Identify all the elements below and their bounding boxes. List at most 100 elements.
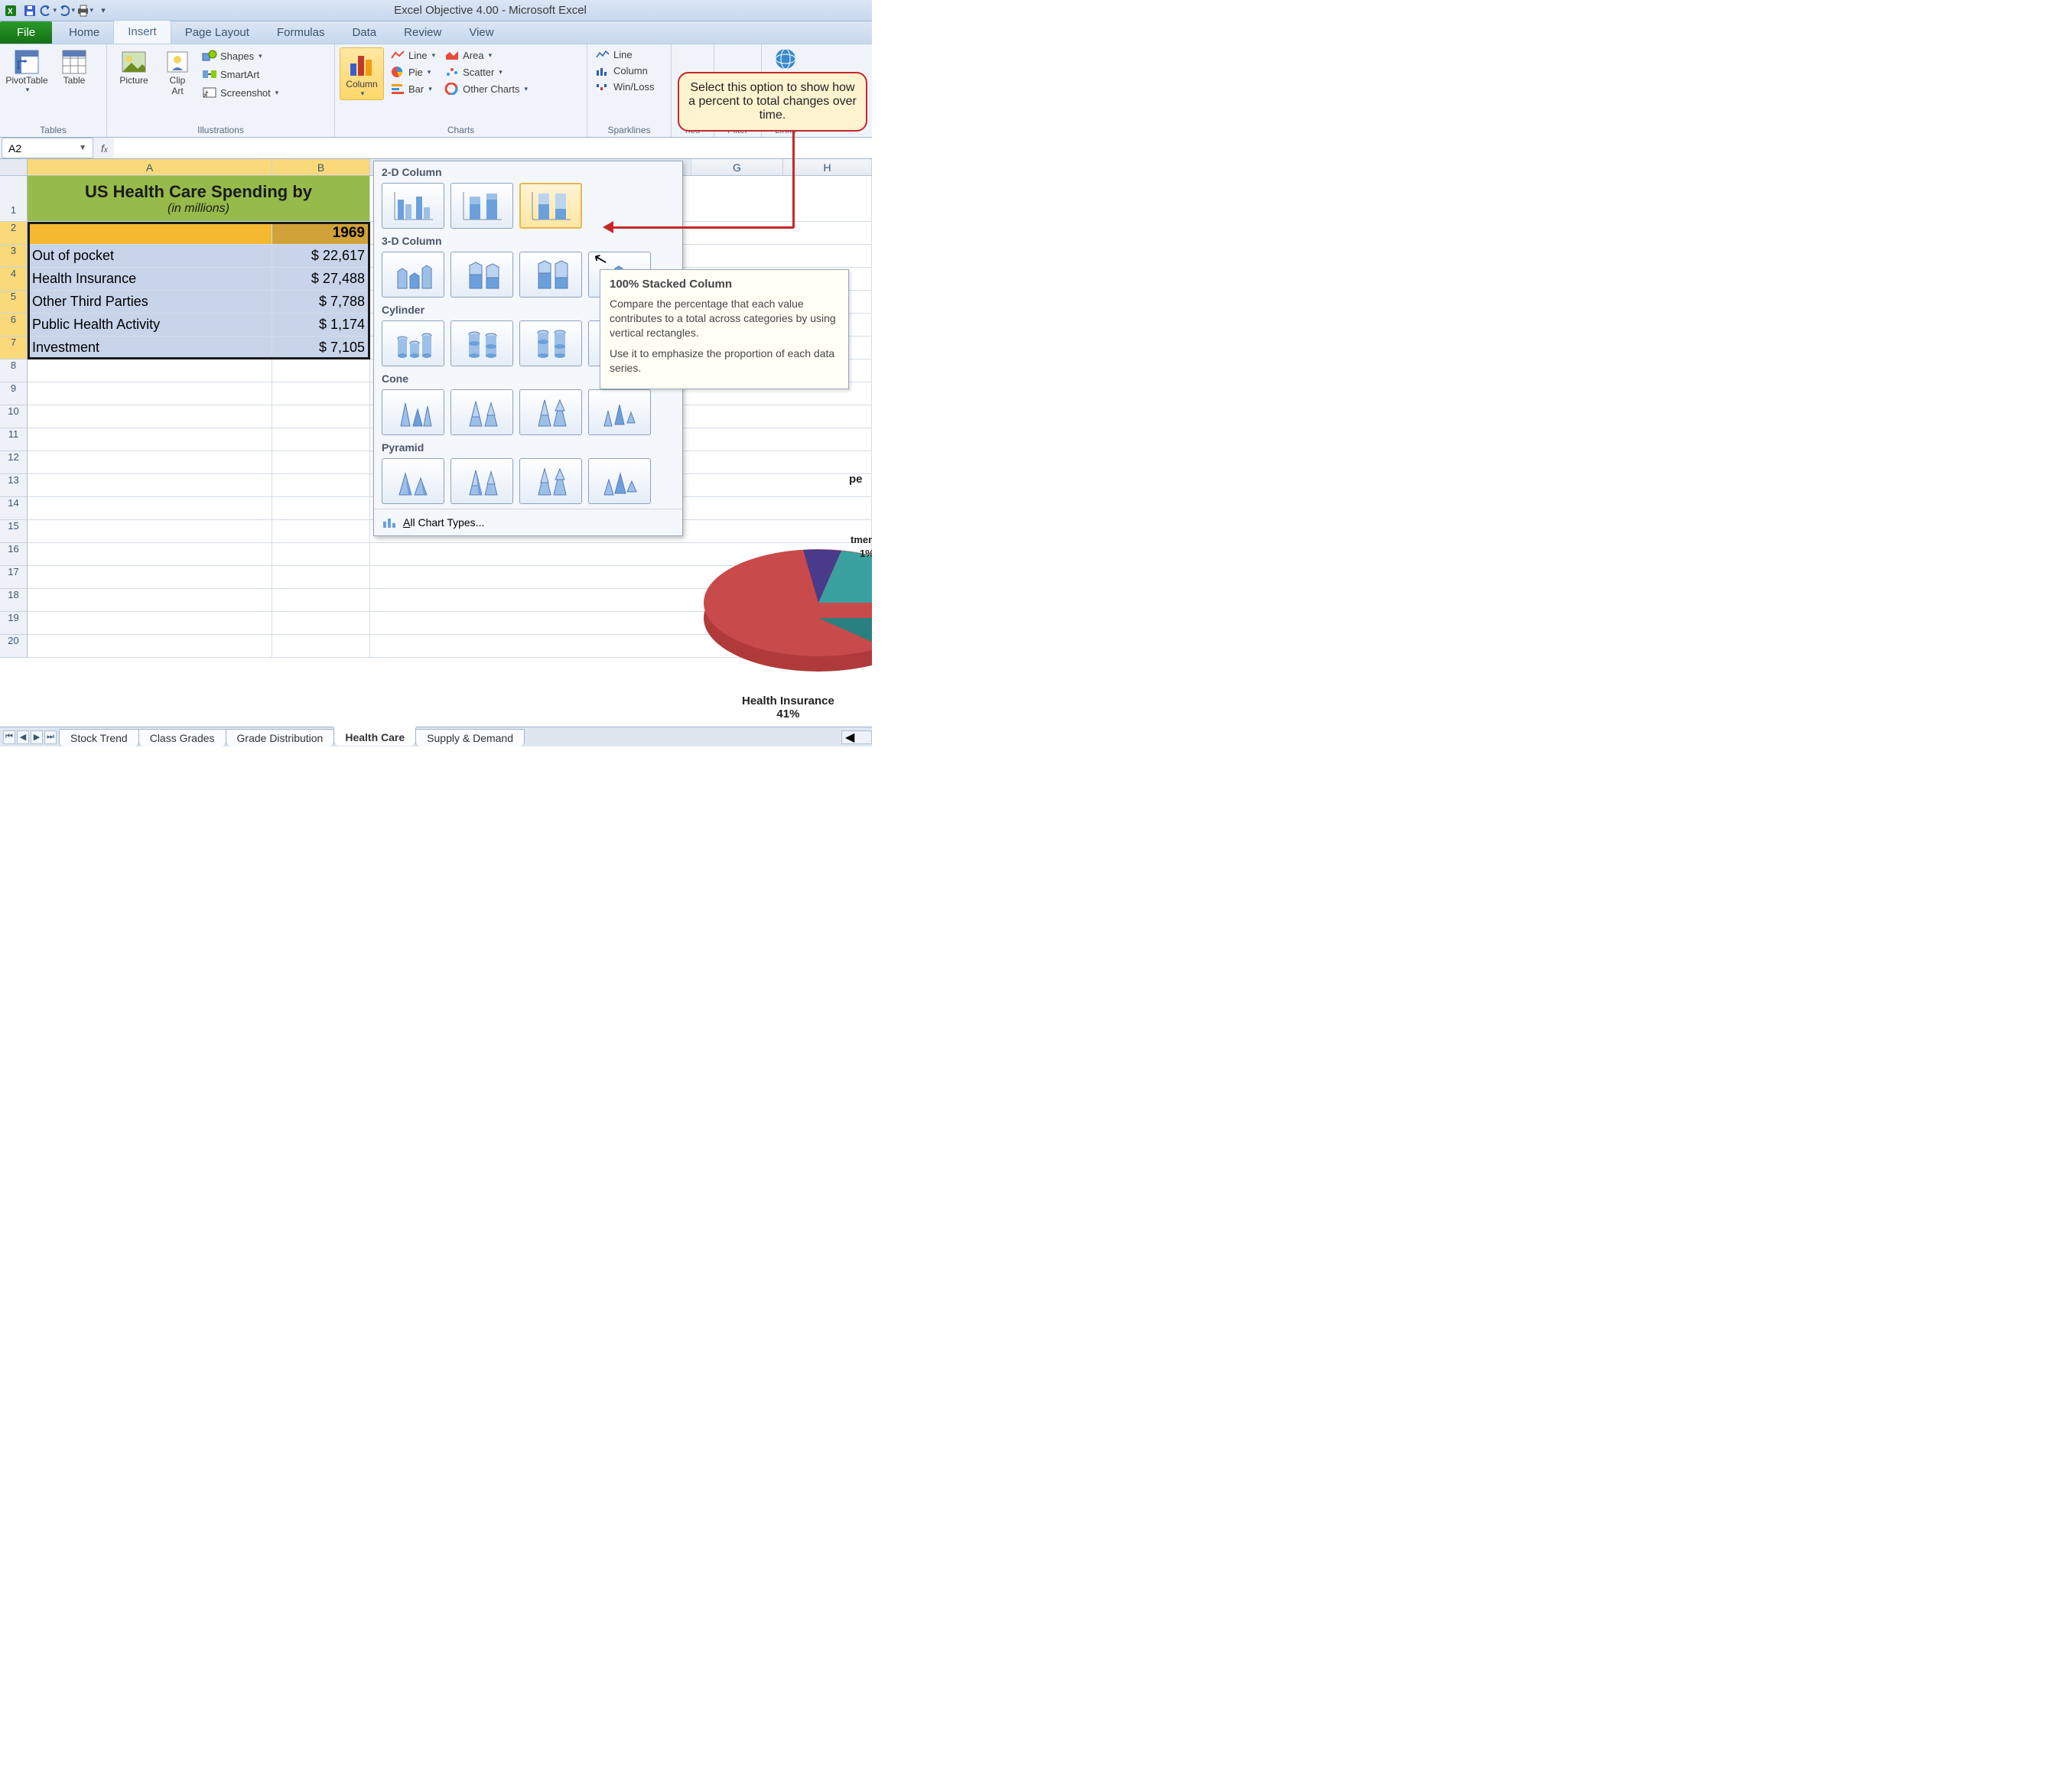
chart-opt-3d-100-stacked[interactable]: [519, 252, 582, 298]
col-header-a[interactable]: A: [28, 159, 272, 175]
row-header-8[interactable]: 8: [0, 359, 28, 382]
row-header-4[interactable]: 4: [0, 268, 28, 291]
hyperlink-icon[interactable]: [774, 47, 797, 70]
smartart-button[interactable]: SmartArt: [199, 66, 281, 83]
tab-formulas[interactable]: Formulas: [263, 21, 339, 44]
undo-icon[interactable]: ▾: [40, 2, 57, 19]
row-header-7[interactable]: 7: [0, 337, 28, 359]
column-chart-button[interactable]: Column▾: [340, 47, 384, 100]
row-header-11[interactable]: 11: [0, 428, 28, 451]
sheet-tab-grade-distribution[interactable]: Grade Distribution: [226, 729, 335, 747]
title-cell[interactable]: US Health Care Spending by (in millions): [28, 176, 370, 222]
cell-a4[interactable]: Health Insurance: [28, 268, 272, 291]
pie-chart-button[interactable]: Pie▾: [387, 64, 438, 80]
excel-icon[interactable]: X: [3, 2, 20, 19]
tab-data[interactable]: Data: [338, 21, 390, 44]
scatter-chart-button[interactable]: Scatter▾: [441, 64, 531, 80]
clipart-button[interactable]: Clip Art: [159, 47, 196, 98]
shapes-button[interactable]: Shapes▾: [199, 47, 281, 64]
line-chart-button[interactable]: Line▾: [387, 47, 438, 63]
col-header-g[interactable]: G: [691, 159, 783, 175]
row-header-17[interactable]: 17: [0, 566, 28, 589]
cell-b5[interactable]: $ 7,788: [272, 291, 370, 314]
redo-icon[interactable]: ▾: [58, 2, 75, 19]
chart-opt-cone-3d[interactable]: [588, 389, 651, 435]
chart-opt-100-stacked-column[interactable]: [519, 183, 582, 229]
other-charts-button[interactable]: Other Charts▾: [441, 81, 531, 96]
table-button[interactable]: Table: [52, 47, 96, 87]
pivottable-button[interactable]: PivotTable▾: [5, 47, 49, 96]
hscroll-left-icon[interactable]: ◀: [841, 730, 872, 744]
print-icon[interactable]: ▾: [76, 2, 93, 19]
picture-button[interactable]: Picture: [112, 47, 156, 87]
chart-opt-3d-clustered[interactable]: [382, 252, 444, 298]
qat-customize-icon[interactable]: ▾: [95, 2, 112, 19]
row-header-16[interactable]: 16: [0, 543, 28, 566]
cell-b6[interactable]: $ 1,174: [272, 314, 370, 337]
row-header-15[interactable]: 15: [0, 520, 28, 543]
col-header-h[interactable]: H: [783, 159, 872, 175]
file-tab[interactable]: File: [0, 21, 52, 44]
cell-a5[interactable]: Other Third Parties: [28, 291, 272, 314]
sheet-tab-class-grades[interactable]: Class Grades: [138, 729, 226, 747]
select-all-corner[interactable]: [0, 159, 28, 175]
row-header-14[interactable]: 14: [0, 497, 28, 520]
all-chart-types-button[interactable]: AAll Chart Types...ll Chart Types...: [374, 509, 682, 532]
sheet-tab-stock-trend[interactable]: Stock Trend: [59, 729, 139, 747]
row-header-3[interactable]: 3: [0, 245, 28, 268]
chart-opt-stacked-column[interactable]: [451, 183, 513, 229]
name-box[interactable]: A2▼: [2, 138, 93, 158]
sheet-tab-supply-demand[interactable]: Supply & Demand: [415, 729, 525, 747]
cell-a2[interactable]: [28, 222, 272, 245]
cell-b7[interactable]: $ 7,105: [272, 337, 370, 359]
screenshot-button[interactable]: +Screenshot▾: [199, 84, 281, 101]
col-header-b[interactable]: B: [272, 159, 370, 175]
chart-opt-cone-100-stacked[interactable]: [519, 389, 582, 435]
tab-view[interactable]: View: [455, 21, 507, 44]
namebox-dropdown-icon[interactable]: ▼: [79, 144, 86, 152]
bar-chart-button[interactable]: Bar▾: [387, 81, 438, 96]
tab-page-layout[interactable]: Page Layout: [171, 21, 263, 44]
sheet-nav-last-icon[interactable]: ⏭: [44, 730, 57, 744]
row-header-6[interactable]: 6: [0, 314, 28, 337]
row-header-5[interactable]: 5: [0, 291, 28, 314]
row-header-12[interactable]: 12: [0, 451, 28, 474]
sparkline-line-button[interactable]: Line: [592, 47, 657, 62]
chart-opt-pyramid-clustered[interactable]: [382, 458, 444, 504]
chart-opt-pyramid-100-stacked[interactable]: [519, 458, 582, 504]
cell-b2[interactable]: 1969: [272, 222, 370, 245]
chart-opt-pyramid-3d[interactable]: [588, 458, 651, 504]
sheet-nav-first-icon[interactable]: ⏮: [3, 730, 15, 744]
row-header-2[interactable]: 2: [0, 222, 28, 245]
sparkline-column-button[interactable]: Column: [592, 63, 657, 78]
tab-insert[interactable]: Insert: [113, 20, 171, 44]
row-header-19[interactable]: 19: [0, 612, 28, 635]
cell-b4[interactable]: $ 27,488: [272, 268, 370, 291]
tab-review[interactable]: Review: [390, 21, 455, 44]
sheet-nav-prev-icon[interactable]: ◀: [17, 730, 29, 744]
row-header-18[interactable]: 18: [0, 589, 28, 612]
chart-opt-cylinder-stacked[interactable]: [451, 320, 513, 366]
cell-a7[interactable]: Investment: [28, 337, 272, 359]
chart-opt-cylinder-clustered[interactable]: [382, 320, 444, 366]
chart-opt-cone-clustered[interactable]: [382, 389, 444, 435]
chart-opt-pyramid-stacked[interactable]: [451, 458, 513, 504]
row-header-10[interactable]: 10: [0, 405, 28, 428]
chart-opt-cylinder-100-stacked[interactable]: [519, 320, 582, 366]
row-header-1[interactable]: 1: [0, 176, 28, 222]
row-header-9[interactable]: 9: [0, 382, 28, 405]
fx-icon[interactable]: fx: [95, 142, 114, 155]
area-chart-button[interactable]: Area▾: [441, 47, 531, 63]
sheet-nav-next-icon[interactable]: ▶: [31, 730, 43, 744]
cell-b3[interactable]: $ 22,617: [272, 245, 370, 268]
formula-input[interactable]: [114, 138, 872, 158]
chart-opt-clustered-column[interactable]: [382, 183, 444, 229]
row-header-20[interactable]: 20: [0, 635, 28, 658]
row-header-13[interactable]: 13: [0, 474, 28, 497]
save-icon[interactable]: [21, 2, 38, 19]
tab-home[interactable]: Home: [55, 21, 113, 44]
sheet-tab-health-care[interactable]: Health Care: [333, 727, 416, 746]
chart-opt-cone-stacked[interactable]: [451, 389, 513, 435]
sparkline-winloss-button[interactable]: Win/Loss: [592, 80, 657, 94]
cell-a3[interactable]: Out of pocket: [28, 245, 272, 268]
